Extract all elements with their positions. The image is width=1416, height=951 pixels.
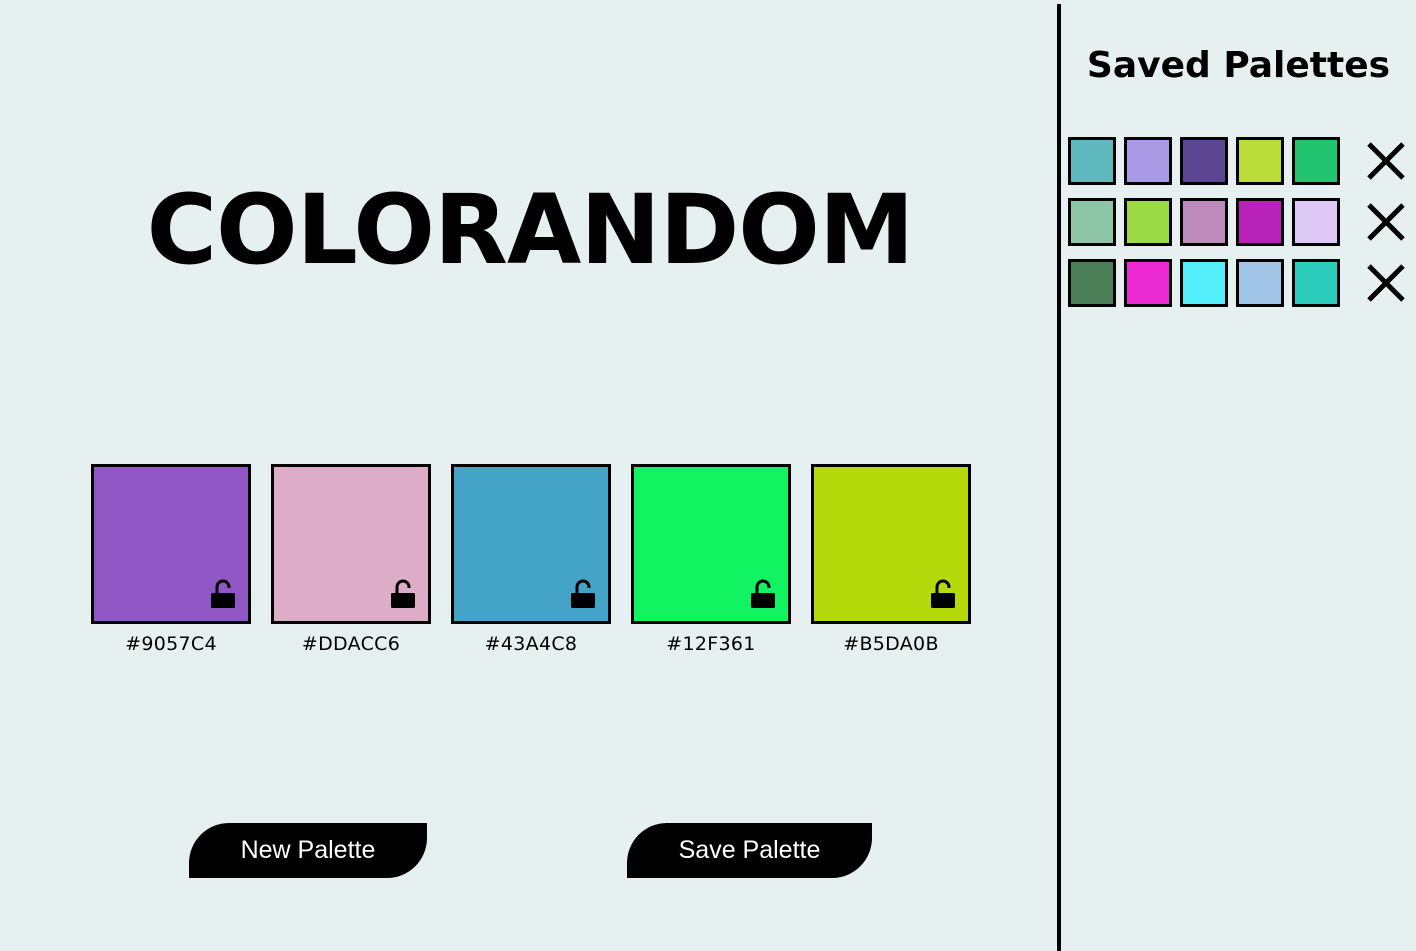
hex-code-label: #B5DA0B (843, 633, 939, 655)
color-box: #DDACC6 (271, 464, 431, 655)
current-palette: #9057C4 #DDACC6 #43A4C8 #12F361 #B5DA0B (91, 464, 971, 655)
close-x-icon[interactable] (1364, 200, 1408, 244)
color-swatch[interactable] (451, 464, 611, 624)
saved-palette-row[interactable] (1068, 259, 1408, 307)
hex-code-label: #43A4C8 (484, 633, 578, 655)
color-swatch[interactable] (811, 464, 971, 624)
color-box: #12F361 (631, 464, 791, 655)
save-palette-button[interactable]: Save Palette (627, 823, 872, 878)
color-box: #B5DA0B (811, 464, 971, 655)
mini-swatch (1124, 259, 1172, 307)
mini-swatch (1292, 198, 1340, 246)
saved-palettes-list (1068, 137, 1408, 320)
mini-swatch (1068, 259, 1116, 307)
hex-code-label: #12F361 (666, 633, 756, 655)
unlocked-padlock-icon[interactable] (390, 579, 416, 609)
saved-palette-row[interactable] (1068, 137, 1408, 185)
mini-swatch (1292, 137, 1340, 185)
mini-swatch (1180, 198, 1228, 246)
hex-code-label: #DDACC6 (301, 633, 401, 655)
color-box: #9057C4 (91, 464, 251, 655)
saved-palettes-sidebar: Saved Palettes (1061, 0, 1416, 951)
mini-swatch (1292, 259, 1340, 307)
mini-swatch (1236, 137, 1284, 185)
mini-swatch (1236, 259, 1284, 307)
color-swatch[interactable] (631, 464, 791, 624)
unlocked-padlock-icon[interactable] (570, 579, 596, 609)
mini-swatch (1236, 198, 1284, 246)
mini-swatch (1124, 198, 1172, 246)
mini-swatch (1180, 259, 1228, 307)
unlocked-padlock-icon[interactable] (930, 579, 956, 609)
hex-code-label: #9057C4 (125, 633, 217, 655)
mini-swatch (1180, 137, 1228, 185)
unlocked-padlock-icon[interactable] (750, 579, 776, 609)
close-x-icon[interactable] (1364, 139, 1408, 183)
color-swatch[interactable] (271, 464, 431, 624)
unlocked-padlock-icon[interactable] (210, 579, 236, 609)
color-box: #43A4C8 (451, 464, 611, 655)
sidebar-title: Saved Palettes (1086, 45, 1391, 86)
main-panel: COLORANDOM #9057C4 #DDACC6 #43A4C8 #12F361 #… (0, 0, 1057, 951)
new-palette-button[interactable]: New Palette (189, 823, 427, 878)
mini-swatch (1068, 137, 1116, 185)
mini-swatch (1124, 137, 1172, 185)
saved-palette-row[interactable] (1068, 198, 1408, 246)
mini-swatch (1068, 198, 1116, 246)
color-swatch[interactable] (91, 464, 251, 624)
app-title: COLORANDOM (146, 174, 915, 286)
close-x-icon[interactable] (1364, 261, 1408, 305)
